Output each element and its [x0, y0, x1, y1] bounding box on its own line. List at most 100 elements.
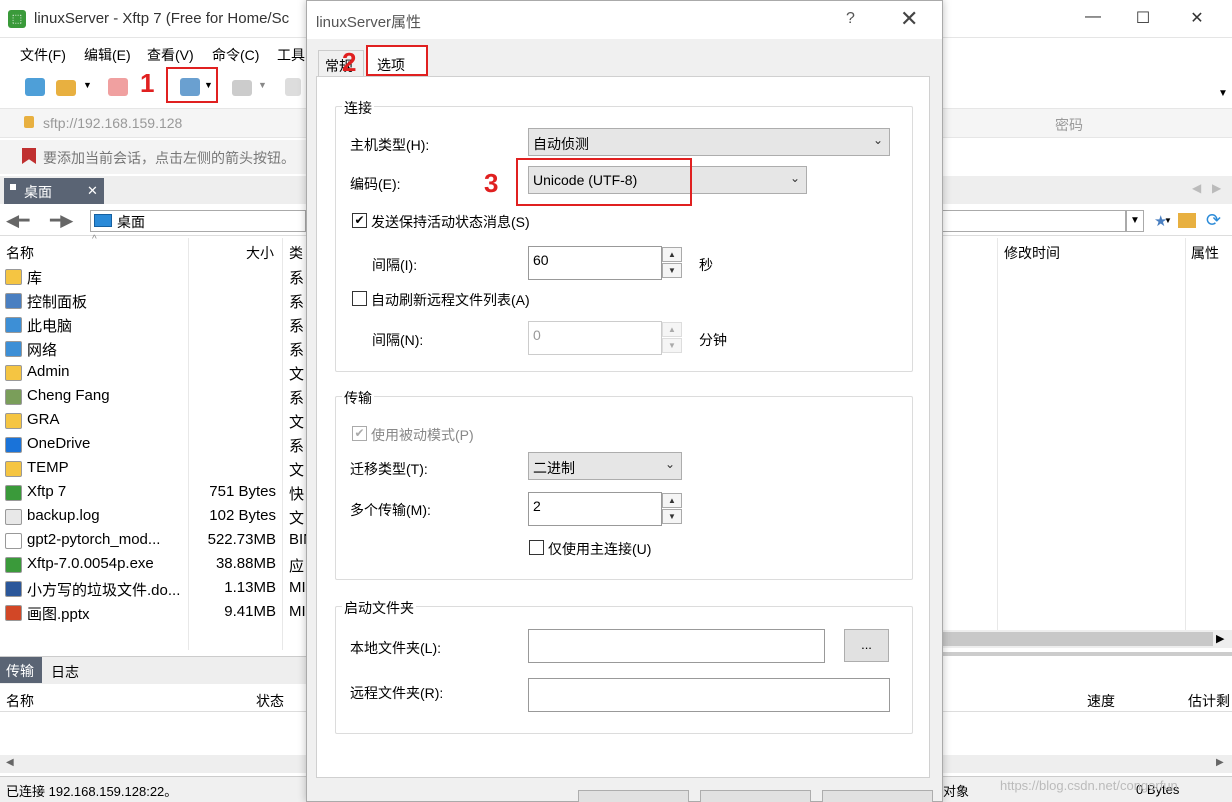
- main-only-label[interactable]: 仅使用主连接(U): [548, 539, 651, 559]
- right-path-input[interactable]: [943, 210, 1126, 232]
- scroll-right-icon[interactable]: ▶: [1216, 632, 1224, 645]
- list-item[interactable]: 控制面板 系: [0, 289, 306, 313]
- menu-tools[interactable]: 工具: [277, 45, 305, 65]
- right-scroll-thumb[interactable]: [943, 632, 1213, 646]
- list-item[interactable]: 画图.pptx 9.41MB MI: [0, 601, 306, 625]
- list-item[interactable]: gpt2-pytorch_mod... 522.73MB BIN: [0, 529, 306, 553]
- transfer-scrollbar[interactable]: [0, 755, 306, 773]
- help-button[interactable]: ?: [846, 10, 855, 28]
- spin-up-icon[interactable]: ▲: [662, 493, 682, 508]
- open-folder-icon[interactable]: [56, 80, 76, 96]
- media-icon[interactable]: [232, 80, 252, 96]
- maximize-button[interactable]: ☐: [1128, 8, 1158, 30]
- refresh-icon[interactable]: ⟳: [1206, 210, 1221, 231]
- list-item[interactable]: TEMP 文: [0, 457, 306, 481]
- keepalive-label[interactable]: 发送保持活动状态消息(S): [371, 212, 530, 232]
- column-divider: [997, 238, 998, 630]
- spin-down-icon[interactable]: ▼: [662, 509, 682, 524]
- list-item[interactable]: Cheng Fang 系: [0, 385, 306, 409]
- close-button[interactable]: ✕: [1182, 8, 1212, 30]
- scroll-left-icon[interactable]: ◀: [6, 757, 14, 768]
- tx-col-status[interactable]: 状态: [256, 691, 284, 711]
- path-input[interactable]: 桌面: [90, 210, 306, 232]
- col-type[interactable]: 类: [289, 243, 303, 263]
- tab-transfer[interactable]: 传输: [0, 657, 42, 683]
- menu-file[interactable]: 文件(F): [20, 45, 66, 65]
- list-item[interactable]: backup.log 102 Bytes 文: [0, 505, 306, 529]
- list-item[interactable]: 小方写的垃圾文件.do... 1.13MB MI: [0, 577, 306, 601]
- home-icon[interactable]: [1178, 213, 1196, 228]
- tab-scroll-left-icon[interactable]: ◀: [1192, 181, 1201, 195]
- col-name[interactable]: 名称: [6, 243, 34, 263]
- password-field[interactable]: [943, 108, 1232, 138]
- col-size[interactable]: 大小: [246, 243, 274, 263]
- col-attr[interactable]: 属性: [1191, 243, 1219, 263]
- passive-label[interactable]: 使用被动模式(P): [371, 425, 474, 445]
- list-item[interactable]: Admin 文: [0, 361, 306, 385]
- right-toolbar: [943, 40, 1232, 106]
- spin-up-icon[interactable]: ▲: [662, 322, 682, 337]
- dropdown-icon[interactable]: ▼: [83, 80, 92, 90]
- main-only-checkbox[interactable]: [529, 540, 544, 555]
- list-item[interactable]: 库系: [0, 265, 306, 289]
- multi-input[interactable]: 2: [528, 492, 662, 526]
- disconnect-icon[interactable]: [108, 78, 128, 96]
- list-item[interactable]: 网络 系: [0, 337, 306, 361]
- tab-scroll-right-icon[interactable]: ▶: [1212, 181, 1221, 195]
- annotation-number-1: 1: [140, 68, 155, 98]
- passive-checkbox[interactable]: ✔: [352, 426, 367, 441]
- local-folder-label: 本地文件夹(L):: [350, 640, 441, 656]
- refresh-interval-input[interactable]: 0: [528, 321, 662, 355]
- menu-edit[interactable]: 编辑(E): [84, 45, 131, 65]
- minimize-button[interactable]: —: [1078, 8, 1108, 30]
- media-dropdown-icon[interactable]: ▼: [258, 80, 267, 90]
- right-transfer-scrollbar[interactable]: [943, 755, 1232, 773]
- new-session-icon[interactable]: [25, 78, 45, 96]
- dialog-close-button[interactable]: ✕: [900, 6, 918, 32]
- autorefresh-checkbox[interactable]: [352, 291, 367, 306]
- tx-scroll-right-icon[interactable]: ▶: [1216, 757, 1224, 768]
- keepalive-checkbox[interactable]: ✔: [352, 213, 367, 228]
- splitter[interactable]: [943, 652, 1232, 656]
- apply-button[interactable]: 取消: [822, 790, 933, 802]
- list-item[interactable]: 此电脑 系: [0, 313, 306, 337]
- interval-input[interactable]: 60: [528, 246, 662, 280]
- autorefresh-label[interactable]: 自动刷新远程文件列表(A): [371, 290, 530, 310]
- forward-icon[interactable]: ━▶: [50, 211, 73, 231]
- chevron-down-icon: ⌄: [789, 171, 800, 185]
- bookmark-dropdown-icon[interactable]: ▼: [1164, 216, 1172, 225]
- folder-icon: [5, 461, 22, 477]
- remote-folder-input[interactable]: [528, 678, 890, 712]
- browse-button[interactable]: ...: [844, 629, 889, 662]
- address-text[interactable]: sftp://192.168.159.128: [43, 115, 182, 131]
- migrate-select[interactable]: 二进制 ⌄: [528, 452, 682, 480]
- tab-general[interactable]: 常规: [318, 50, 364, 76]
- file-icon[interactable]: [285, 78, 301, 96]
- spin-up-icon[interactable]: ▲: [662, 247, 682, 262]
- back-icon[interactable]: ◀━: [6, 211, 29, 231]
- path-dropdown-icon[interactable]: ▼: [1126, 210, 1144, 232]
- file-name: Admin: [27, 363, 70, 380]
- cancel-button[interactable]: 取消: [700, 790, 811, 802]
- list-item[interactable]: Xftp-7.0.0054p.exe 38.88MB 应: [0, 553, 306, 577]
- menu-command[interactable]: 命令(C): [212, 45, 259, 65]
- tab-close-icon[interactable]: ✕: [87, 183, 98, 199]
- annotation-box-3: [516, 158, 692, 206]
- host-type-select[interactable]: 自动侦测 ⌄: [528, 128, 890, 156]
- list-item[interactable]: Xftp 7 751 Bytes 快: [0, 481, 306, 505]
- list-item[interactable]: OneDrive 系: [0, 433, 306, 457]
- list-item[interactable]: GRA 文: [0, 409, 306, 433]
- menu-view[interactable]: 查看(V): [147, 45, 194, 65]
- tx-col-eta[interactable]: 估计剩: [1188, 691, 1230, 711]
- spin-down-icon[interactable]: ▼: [662, 338, 682, 353]
- tx-col-name[interactable]: 名称: [6, 691, 34, 711]
- tx-col-speed[interactable]: 速度: [1087, 691, 1115, 711]
- col-modified[interactable]: 修改时间: [1004, 243, 1060, 263]
- overflow-icon[interactable]: ▼: [1218, 88, 1228, 99]
- interval-unit: 秒: [699, 257, 713, 273]
- ok-button[interactable]: 确定: [578, 790, 689, 802]
- file-type: 文: [289, 414, 305, 431]
- spin-down-icon[interactable]: ▼: [662, 263, 682, 278]
- tab-log[interactable]: 日志: [51, 662, 79, 682]
- local-folder-input[interactable]: [528, 629, 825, 663]
